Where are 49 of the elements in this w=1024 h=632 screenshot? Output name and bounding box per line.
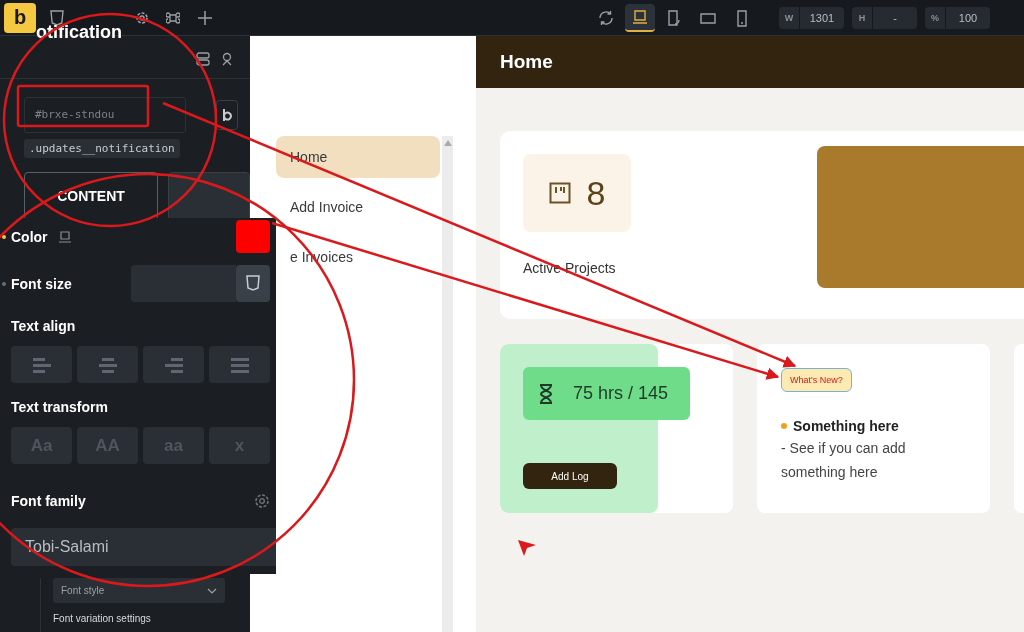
align-right-button[interactable] <box>143 346 204 383</box>
scrollbar[interactable] <box>442 136 453 632</box>
settings-icon[interactable] <box>254 492 270 509</box>
section-label: Font variation settings <box>53 613 152 624</box>
update-heading: Something here <box>793 418 899 434</box>
cursor-icon <box>518 540 536 556</box>
add-log-button[interactable]: Add Log <box>523 463 617 489</box>
color-swatch[interactable] <box>236 220 270 253</box>
font-style-select[interactable]: Font style <box>53 578 225 603</box>
nav-item[interactable]: Add Invoice <box>276 186 440 228</box>
align-center-button[interactable] <box>77 346 138 383</box>
bullet-dot <box>781 423 787 429</box>
layout-icon[interactable] <box>196 52 210 66</box>
section-label: Text align <box>11 318 77 334</box>
command-icon[interactable] <box>166 10 180 25</box>
tablet-icon <box>665 8 683 27</box>
font-size-field[interactable] <box>131 265 236 302</box>
update-text: - See if you can add something here <box>781 439 907 482</box>
property-label: Font size <box>11 275 72 292</box>
add-icon[interactable] <box>198 10 212 25</box>
css-shield-icon[interactable] <box>50 9 64 26</box>
laptop-icon <box>57 230 72 243</box>
page-title: Home <box>500 51 553 73</box>
stat-value: 8 <box>586 173 606 213</box>
class-chip[interactable]: .updates__notification <box>24 139 180 158</box>
section-label: Font family <box>11 492 86 509</box>
css-shield-icon[interactable] <box>236 265 270 302</box>
size-field[interactable]: H - <box>852 6 917 29</box>
refresh-icon <box>597 8 615 27</box>
align-justify-button[interactable] <box>209 346 270 383</box>
chevron-down-icon <box>207 587 217 594</box>
align-left-button[interactable] <box>11 346 72 383</box>
logo-button[interactable]: b <box>4 2 36 33</box>
laptop-icon <box>631 7 649 26</box>
laptop-view-button[interactable] <box>625 3 655 32</box>
hourglass-icon <box>539 383 553 404</box>
size-field[interactable]: % 100 <box>925 6 990 29</box>
section-label: Text transform <box>11 399 109 415</box>
board-icon <box>548 182 571 204</box>
stat-label: Active Projects <box>523 260 617 276</box>
size-field[interactable]: W 1301 <box>779 6 844 29</box>
hours-value: 75 hrs / 145 <box>573 383 669 404</box>
property-label: Color <box>11 228 48 245</box>
font-family-select[interactable]: Tobi-Salami <box>11 528 276 566</box>
element-id-field[interactable]: #brxe-stndou <box>24 97 186 133</box>
settings-icon[interactable] <box>134 9 150 26</box>
user-icon[interactable] <box>220 52 234 66</box>
whats-new-badge: What's New? <box>781 368 852 392</box>
b-logo-icon[interactable] <box>216 100 238 130</box>
